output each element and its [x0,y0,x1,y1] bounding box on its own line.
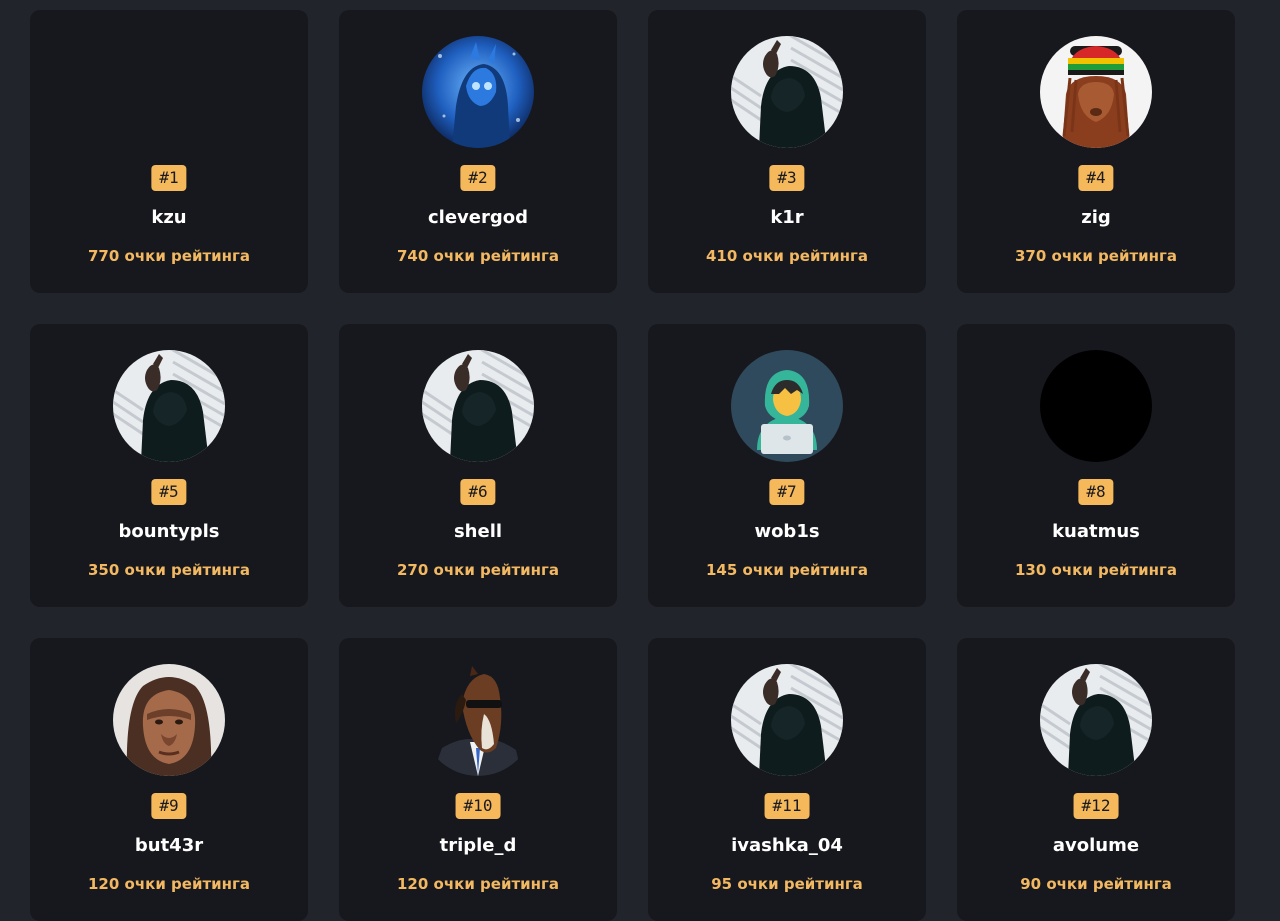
leaderboard-card-12[interactable]: #12 avolume 90 очки рейтинга [957,638,1235,921]
username: bountypls [118,521,220,542]
avatar [731,664,843,776]
rank-badge: #5 [151,479,187,505]
avatar [422,664,534,776]
rank-badge: #8 [1078,479,1114,505]
username: k1r [770,207,804,228]
rating-points: 145 очки рейтинга [706,561,868,579]
leaderboard-card-10[interactable]: #10 triple_d 120 очки рейтинга [339,638,617,921]
rank-badge: #10 [455,793,501,819]
rank-badge: #9 [151,793,187,819]
username: kzu [151,207,187,228]
avatar [1040,350,1152,462]
avatar [113,664,225,776]
leaderboard-card-5[interactable]: #5 bountypls 350 очки рейтинга [30,324,308,607]
username: but43r [134,835,204,856]
avatar [113,350,225,462]
leaderboard-card-6[interactable]: #6 shell 270 очки рейтинга [339,324,617,607]
rating-points: 120 очки рейтинга [397,875,559,893]
rank-badge: #7 [769,479,805,505]
leaderboard-card-1[interactable]: #1 kzu 770 очки рейтинга [30,10,308,293]
rating-points: 740 очки рейтинга [397,247,559,265]
avatar [113,36,225,148]
avatar [1040,36,1152,148]
rank-badge: #11 [764,793,810,819]
leaderboard-card-8[interactable]: #8 kuatmus 130 очки рейтинга [957,324,1235,607]
username: triple_d [439,835,517,856]
username: zig [1081,207,1111,228]
rank-badge: #6 [460,479,496,505]
avatar [1040,664,1152,776]
username: ivashka_04 [731,835,843,856]
rank-badge: #2 [460,165,496,191]
username: avolume [1052,835,1140,856]
rating-points: 95 очки рейтинга [711,875,863,893]
rating-points: 270 очки рейтинга [397,561,559,579]
avatar [731,350,843,462]
leaderboard-card-3[interactable]: #3 k1r 410 очки рейтинга [648,10,926,293]
avatar [422,36,534,148]
rank-badge: #4 [1078,165,1114,191]
leaderboard-grid: #1 kzu 770 очки рейтинга #2 clevergod 74… [30,10,1235,921]
avatar [422,350,534,462]
rating-points: 130 очки рейтинга [1015,561,1177,579]
rating-points: 770 очки рейтинга [88,247,250,265]
rank-badge: #1 [151,165,187,191]
rank-badge: #3 [769,165,805,191]
rating-points: 350 очки рейтинга [88,561,250,579]
leaderboard-card-2[interactable]: #2 clevergod 740 очки рейтинга [339,10,617,293]
username: shell [453,521,503,542]
username: wob1s [754,521,820,542]
username: clevergod [427,207,528,228]
avatar [731,36,843,148]
leaderboard-card-9[interactable]: #9 but43r 120 очки рейтинга [30,638,308,921]
leaderboard-card-11[interactable]: #11 ivashka_04 95 очки рейтинга [648,638,926,921]
username: kuatmus [1052,521,1140,542]
rating-points: 120 очки рейтинга [88,875,250,893]
rating-points: 370 очки рейтинга [1015,247,1177,265]
rank-badge: #12 [1073,793,1119,819]
rating-points: 90 очки рейтинга [1020,875,1172,893]
rating-points: 410 очки рейтинга [706,247,868,265]
leaderboard-card-4[interactable]: #4 zig 370 очки рейтинга [957,10,1235,293]
leaderboard-card-7[interactable]: #7 wob1s 145 очки рейтинга [648,324,926,607]
